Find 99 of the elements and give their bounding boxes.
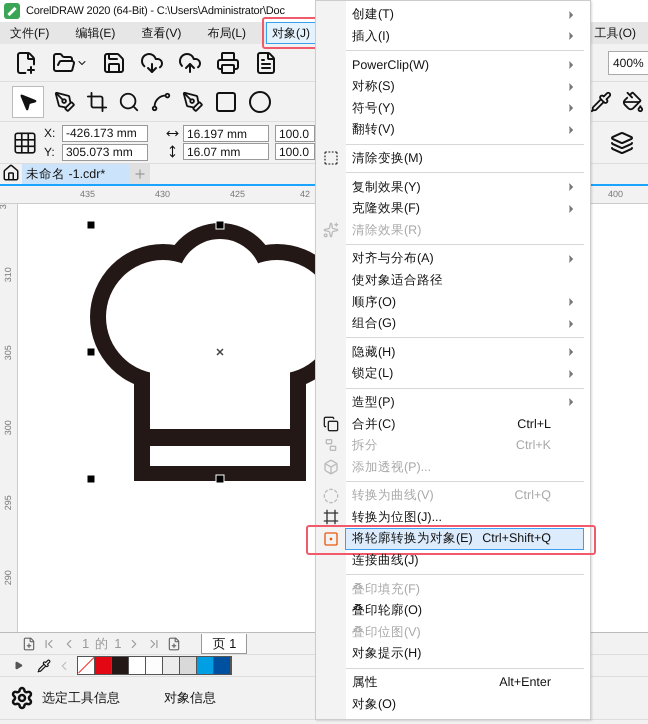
ruler-label: 290 (2, 570, 14, 586)
bracket-frame-icon (323, 509, 339, 526)
menu-bar-item[interactable]: 文件(F) (4, 22, 56, 44)
ungroup-icon (323, 437, 339, 454)
color-swatch[interactable] (112, 657, 129, 674)
menu-item[interactable]: 翻转(V) (345, 118, 584, 141)
ellipse-tool-icon[interactable] (248, 90, 272, 114)
menu-item[interactable]: 合并(C) Ctrl+L (345, 413, 584, 435)
menu-item[interactable]: 隐藏(H) (345, 341, 584, 363)
menu-bar-item[interactable]: 布局(L) (201, 22, 252, 44)
color-swatch[interactable] (129, 657, 146, 674)
window-title: CorelDRAW 2020 (64-Bit) - C:\Users\Administrator\Doc (26, 4, 285, 19)
ruler-label: 425 (230, 188, 246, 201)
color-swatch[interactable] (146, 657, 163, 674)
add-page-icon[interactable] (167, 636, 182, 650)
menu-item[interactable]: 顺序(O) (345, 291, 584, 313)
freehand-tool-icon[interactable] (150, 90, 172, 112)
menu-bar-item[interactable]: 编辑(E) (69, 22, 122, 44)
settings-icon[interactable] (10, 686, 34, 710)
y-label: Y: (44, 144, 56, 161)
crop-tool-icon[interactable] (86, 90, 108, 112)
rectangle-tool-icon[interactable] (214, 90, 238, 114)
page-total: 1 (114, 634, 122, 653)
menu-bar-item[interactable]: 工具(O) (588, 22, 642, 44)
tool-info-text: 选定工具信息 (42, 689, 121, 708)
menu-item[interactable]: 转换为位图(J)... (345, 506, 584, 528)
home-icon[interactable] (2, 164, 20, 182)
menu-item[interactable]: PowerClip(W) (345, 54, 584, 76)
color-swatch[interactable] (197, 657, 214, 674)
palette-expand-icon[interactable] (14, 661, 23, 670)
color-swatch[interactable] (163, 657, 180, 674)
cloud-download-icon[interactable] (140, 50, 164, 74)
page-of-label: 的 (95, 634, 108, 653)
clear-transform-icon (323, 150, 339, 166)
ruler-label: 42 (300, 188, 310, 201)
menu-item[interactable]: 克隆效果(F) (345, 198, 584, 220)
menu-item[interactable]: 创建(T) (345, 4, 584, 26)
folder-icon[interactable] (52, 50, 76, 74)
menu-item[interactable]: 将轮廓转换为对象(E) Ctrl+Shift+Q (345, 528, 584, 550)
ruler-label: 400 (608, 188, 624, 201)
menu-item[interactable]: 组合(G) (345, 312, 584, 334)
x-label: X: (44, 125, 56, 142)
document-icon[interactable] (254, 50, 278, 74)
pointer-icon (18, 92, 38, 112)
menu-bar-item[interactable]: 查看(V) (135, 22, 188, 44)
menu-item[interactable]: 叠印轮廓(O) (345, 600, 584, 622)
menu-bar-item[interactable]: 对象(J) (266, 22, 316, 44)
ruler-label: 435 (80, 188, 96, 201)
new-document-icon[interactable] (14, 50, 38, 74)
menu-item[interactable]: 插入(I) (345, 26, 584, 48)
menu-item[interactable]: 复制效果(Y) (345, 176, 584, 198)
input-field[interactable]: 100.0 (275, 125, 315, 142)
object-info-text: 对象信息 (164, 689, 216, 708)
stacked-squares-icon (323, 416, 339, 432)
ruler-label: 300 (2, 420, 14, 436)
color-swatch[interactable] (180, 657, 197, 674)
fill-tool-icon[interactable] (622, 90, 644, 112)
menu-item[interactable]: 对称(S) (345, 76, 584, 98)
menu-item[interactable]: 造型(P) (345, 392, 584, 414)
menu-item[interactable]: 使对象适合路径 (345, 270, 584, 292)
eyedropper-icon[interactable] (590, 90, 612, 112)
plus-icon (133, 167, 147, 181)
no-color-swatch[interactable] (78, 657, 95, 674)
input-field[interactable]: 100.0 (275, 143, 315, 160)
ruler-label: 430 (155, 188, 170, 201)
menu-item[interactable]: 锁定(L) (345, 362, 584, 384)
input-field[interactable]: 305.073 mm (62, 144, 148, 160)
zoom-tool-icon[interactable] (118, 90, 140, 112)
add-page-icon[interactable] (22, 636, 36, 650)
menu-item[interactable]: 对象(O) (345, 693, 584, 715)
dashed-circle-icon (323, 488, 339, 504)
menu-item[interactable]: 连接曲线(J) (345, 550, 584, 572)
save-icon[interactable] (102, 50, 126, 74)
sparkle-icon (323, 222, 339, 238)
ruler-label: 310 (2, 267, 14, 282)
color-swatch[interactable] (214, 657, 231, 674)
color-swatch[interactable] (95, 657, 112, 674)
menu-item[interactable]: 符号(Y) (345, 97, 584, 119)
printer-icon[interactable] (216, 50, 240, 74)
document-tab[interactable]: 未命名 -1.cdr* (22, 164, 130, 184)
menu-item[interactable]: 对象提示(H) (345, 643, 584, 665)
reference-point-icon[interactable] (12, 130, 38, 156)
page-number: 1 (82, 634, 90, 653)
perspective-icon (323, 459, 339, 476)
input-field[interactable]: 16.197 mm (183, 125, 269, 142)
input-field[interactable]: 16.07 mm (183, 143, 269, 160)
menu-item[interactable]: 清除变换(M) (345, 148, 584, 170)
menu-item[interactable]: 属性 Alt+Enter (345, 672, 584, 694)
ruler-label: 295 (2, 495, 14, 510)
cloud-upload-icon[interactable] (178, 50, 202, 74)
zoom-field[interactable]: 400% (608, 50, 648, 74)
page-tab[interactable]: 页 1 (201, 634, 248, 654)
app-logo-icon (4, 3, 20, 19)
outline-to-object-icon (323, 530, 339, 547)
eyedropper-icon[interactable] (37, 658, 51, 672)
ruler-label: 305 (2, 345, 14, 360)
input-field[interactable]: -426.173 mm (62, 124, 148, 142)
menu-item[interactable]: 对齐与分布(A) (345, 248, 584, 270)
pick-tool-button[interactable] (12, 86, 44, 118)
